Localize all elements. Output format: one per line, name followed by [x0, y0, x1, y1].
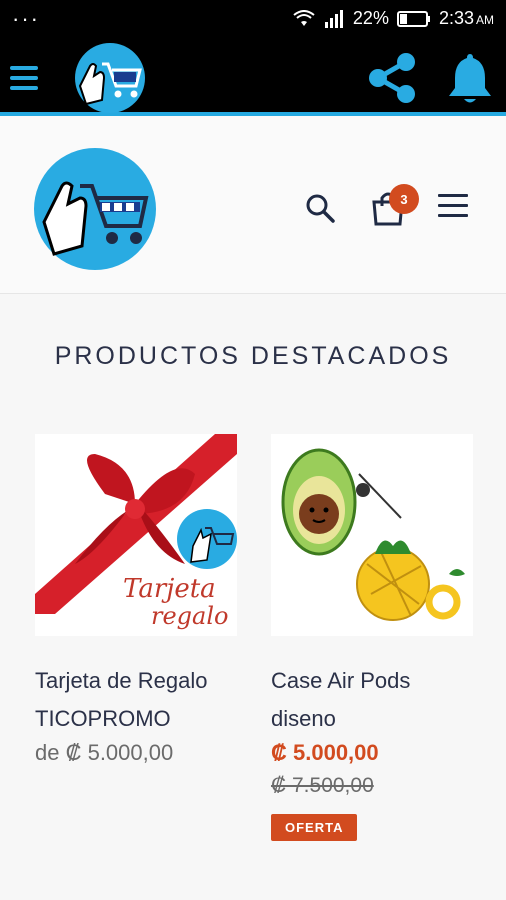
share-icon[interactable]: [364, 50, 420, 106]
gift-card-text: regalo: [151, 602, 229, 630]
notification-dots-icon: ···: [12, 6, 40, 31]
product-price: de ₡ 5.000,00: [35, 740, 174, 765]
airpods-case-image: [271, 434, 473, 636]
section-title: PRODUCTOS DESTACADOS: [54, 342, 452, 370]
clock: 2:33 AM: [438, 8, 494, 28]
store-header: 3: [0, 116, 506, 294]
cart-count-badge: 3: [389, 184, 419, 214]
product-image[interactable]: [271, 434, 473, 636]
search-icon[interactable]: [304, 192, 336, 224]
hamburger-icon[interactable]: [10, 60, 38, 92]
app-bar: [0, 40, 506, 116]
sale-price: ₡ 5.000,00: [271, 740, 379, 765]
regular-price: ₡ 7.500,00: [271, 774, 374, 797]
product-card[interactable]: Tarjeta regalo Tarjeta de Regalo TICOPRO…: [35, 434, 237, 766]
product-title[interactable]: Tarjeta de Regalo TICOPROMO: [35, 662, 237, 738]
status-bar: ··· 22% 2:33 AM: [0, 0, 506, 40]
hamburger-icon[interactable]: [438, 194, 468, 222]
wifi-icon: [293, 9, 315, 26]
bell-icon[interactable]: [445, 50, 495, 106]
signal-icon: [324, 9, 343, 28]
store-logo[interactable]: [72, 42, 148, 114]
product-card[interactable]: Case Air Pods diseno ₡ 5.000,00 ₡ 7.500,…: [271, 434, 473, 841]
sale-badge: OFERTA: [271, 814, 358, 841]
product-title[interactable]: Case Air Pods diseno: [271, 662, 473, 738]
store-logo[interactable]: [32, 146, 158, 272]
gift-card-text: Tarjeta: [123, 574, 216, 604]
battery-icon: [396, 10, 430, 27]
battery-percent: 22%: [352, 8, 389, 28]
product-image[interactable]: Tarjeta regalo: [35, 434, 237, 636]
